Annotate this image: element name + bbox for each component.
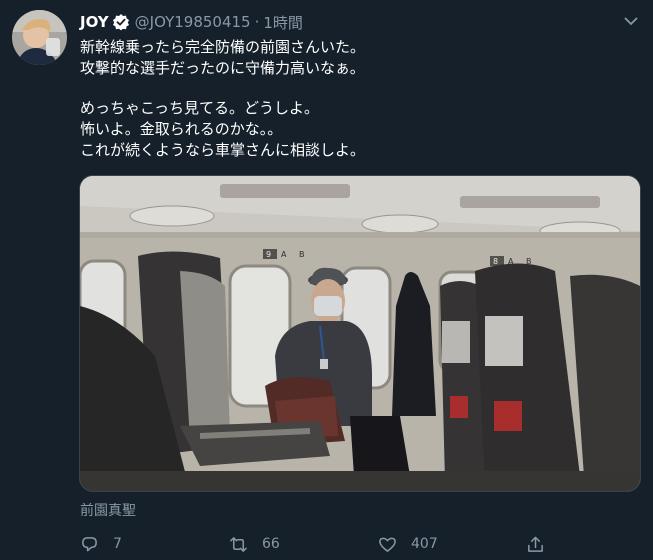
tweet-text-line: これが続くようなら車掌さんに相談しよ。 (80, 141, 366, 159)
verified-badge-icon (112, 13, 130, 31)
separator-dot: · (254, 13, 260, 31)
like-button[interactable]: 407 (378, 533, 438, 555)
reply-button[interactable]: 7 (80, 533, 122, 555)
retweet-button[interactable]: 66 (229, 533, 280, 555)
tweet-card[interactable]: JOY @JOY19850415 · 1時間 新幹線乗ったら完全防備の前園さんい… (0, 0, 653, 560)
photo-caption[interactable]: 前園真聖 (80, 500, 136, 520)
tweet-actions: 7 66 407 (80, 533, 640, 555)
heart-icon (379, 537, 396, 552)
reply-icon (82, 536, 97, 551)
reply-count: 7 (113, 536, 122, 552)
display-name[interactable]: JOY (80, 13, 109, 31)
share-icon (528, 536, 543, 552)
tweet-text-line: めっちゃこっち見てる。どうしよ。 (80, 99, 319, 117)
retweet-icon (230, 536, 247, 552)
tweet-text-line: 怖いよ。金取られるのかな。。 (80, 120, 283, 138)
tweet-text: 新幹線乗ったら完全防備の前園さんいた。 攻撃的な選手だったのに守備力高いなぁ。 … (80, 37, 635, 161)
tweet-text-line: 新幹線乗ったら完全防備の前園さんいた。 (80, 38, 366, 56)
like-count: 407 (411, 536, 438, 552)
tweet-header: JOY @JOY19850415 · 1時間 (80, 11, 303, 33)
user-avatar[interactable] (12, 10, 67, 65)
retweet-count: 66 (262, 536, 280, 552)
chevron-down-icon[interactable] (622, 12, 640, 30)
tweet-photo[interactable]: 9 A B 8 A B (79, 175, 641, 492)
user-handle[interactable]: @JOY19850415 (135, 13, 251, 31)
share-button[interactable] (526, 533, 545, 555)
tweet-text-line: 攻撃的な選手だったのに守備力高いなぁ。 (80, 59, 365, 77)
tweet-timestamp[interactable]: 1時間 (263, 12, 303, 33)
